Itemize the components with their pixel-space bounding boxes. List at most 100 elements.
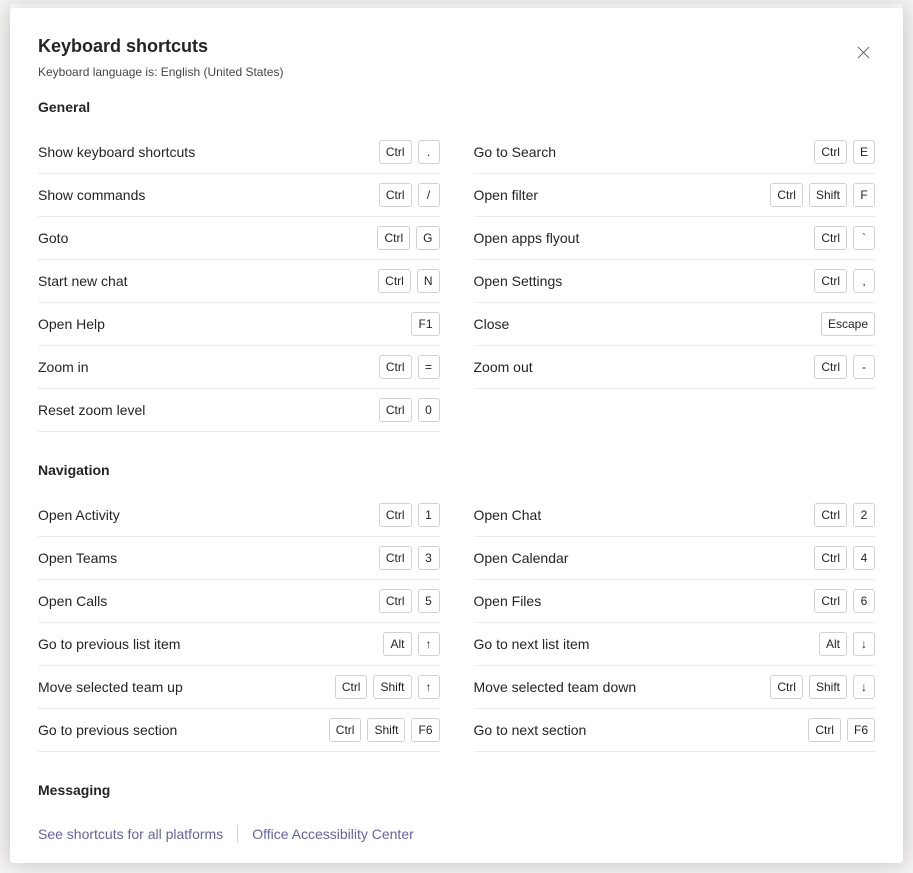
keyboard-key: Ctrl [770, 183, 803, 207]
keyboard-key: Alt [383, 632, 411, 656]
section-title: General [38, 99, 875, 115]
section: General Show keyboard shortcutsCtrl.Show … [38, 99, 875, 432]
shortcut-label: Move selected team up [38, 679, 183, 695]
close-button[interactable] [849, 38, 877, 66]
shortcut-column: Go to Search CtrlE Open filter CtrlShiftF Op… [474, 131, 876, 432]
dialog-header: Keyboard shortcuts Keyboard language is:… [10, 8, 903, 99]
keyboard-key: ` [853, 226, 875, 250]
shortcut-keys: CtrlShift↓ [770, 675, 875, 699]
shortcut-row: Reset zoom level Ctrl0 [38, 389, 440, 432]
shortcut-label: Open Calendar [474, 550, 569, 566]
footer-divider [237, 825, 238, 843]
keyboard-key: 2 [853, 503, 875, 527]
keyboard-key: Ctrl [378, 269, 411, 293]
keyboard-key: 3 [418, 546, 440, 570]
keyboard-key: Ctrl [379, 503, 412, 527]
keyboard-key: ↓ [853, 632, 875, 656]
shortcut-keys: Ctrl. [379, 140, 440, 164]
keyboard-key: Ctrl [814, 503, 847, 527]
shortcut-keys: Alt ↑ [383, 632, 439, 656]
keyboard-key: Alt [819, 632, 847, 656]
shortcut-row: Zoom outCtrl- [474, 346, 876, 389]
keyboard-key: Ctrl [379, 140, 412, 164]
keyboard-key: Ctrl [379, 589, 412, 613]
keyboard-key: Shift [373, 675, 411, 699]
shortcut-label: Move selected team down [474, 679, 637, 695]
shortcut-label: Go to Search [474, 144, 557, 160]
shortcut-label: Start new chat [38, 273, 128, 289]
shortcut-label: Reset zoom level [38, 402, 145, 418]
shortcut-row: Go to previous section CtrlShiftF6 [38, 709, 440, 752]
keyboard-key: / [418, 183, 440, 207]
shortcut-label: Go to next list item [474, 636, 590, 652]
shortcut-row: Go to next sectionCtrlF6 [474, 709, 876, 752]
shortcut-row: Start new chatCtrlN [38, 260, 440, 303]
keyboard-key: F6 [411, 718, 439, 742]
shortcut-keys: Ctrl4 [814, 546, 875, 570]
shortcut-label: Open filter [474, 187, 539, 203]
keyboard-key: Ctrl [814, 546, 847, 570]
keyboard-key: F6 [847, 718, 875, 742]
shortcut-keys: CtrlE [814, 140, 875, 164]
shortcut-keys: CtrlShiftF [770, 183, 875, 207]
shortcut-grid: Show keyboard shortcutsCtrl.Show command… [38, 131, 875, 432]
keyboard-key: Ctrl [770, 675, 803, 699]
shortcut-keys: Ctrl= [379, 355, 440, 379]
shortcut-label: Close [474, 316, 510, 332]
shortcut-row: Open Activity Ctrl1 [38, 494, 440, 537]
dialog-title: Keyboard shortcuts [38, 36, 875, 57]
keyboard-key: F [853, 183, 875, 207]
keyboard-key: Ctrl [379, 183, 412, 207]
keyboard-key: Ctrl [377, 226, 410, 250]
shortcut-label: Go to next section [474, 722, 587, 738]
shortcut-label: Show commands [38, 187, 145, 203]
keyboard-key: - [853, 355, 875, 379]
keyboard-key: ↓ [853, 675, 875, 699]
shortcut-label: Open Help [38, 316, 105, 332]
shortcut-keys: Ctrl1 [379, 503, 440, 527]
shortcut-row: Open TeamsCtrl3 [38, 537, 440, 580]
shortcut-row: Open FilesCtrl6 [474, 580, 876, 623]
shortcut-keys: CtrlG [377, 226, 439, 250]
keyboard-key: Ctrl [379, 398, 412, 422]
shortcut-keys: Ctrl5 [379, 589, 440, 613]
see-all-platforms-link[interactable]: See shortcuts for all platforms [38, 826, 223, 842]
shortcut-column: Show keyboard shortcutsCtrl.Show command… [38, 131, 440, 432]
keyboard-key: Ctrl [814, 269, 847, 293]
keyboard-key: Ctrl [329, 718, 362, 742]
shortcut-label: Zoom out [474, 359, 533, 375]
shortcut-row: Go to Search CtrlE [474, 131, 876, 174]
shortcut-row: Open Calls Ctrl5 [38, 580, 440, 623]
shortcut-keys: Ctrl2 [814, 503, 875, 527]
keyboard-key: 4 [853, 546, 875, 570]
keyboard-key: Shift [367, 718, 405, 742]
shortcut-column: Open ActivityCtrl1Open TeamsCtrl3Open Ca… [38, 494, 440, 752]
shortcut-keys: Alt↓ [819, 632, 875, 656]
dialog-body[interactable]: General Show keyboard shortcutsCtrl.Show … [10, 99, 903, 809]
keyboard-key: Ctrl [379, 355, 412, 379]
keyboard-key: Shift [809, 675, 847, 699]
shortcut-label: Go to previous list item [38, 636, 180, 652]
section-title: Messaging [38, 782, 875, 798]
shortcut-keys: Ctrl` [814, 226, 875, 250]
shortcut-row: Open Calendar Ctrl4 [474, 537, 876, 580]
shortcut-row: Show commands Ctrl/ [38, 174, 440, 217]
shortcut-label: Open apps flyout [474, 230, 580, 246]
shortcut-label: Go to previous section [38, 722, 177, 738]
shortcut-keys: CtrlShiftF6 [329, 718, 440, 742]
keyboard-key: 0 [418, 398, 440, 422]
shortcut-label: Open Activity [38, 507, 120, 523]
shortcut-row: Move selected team upCtrlShift↑ [38, 666, 440, 709]
accessibility-center-link[interactable]: Office Accessibility Center [252, 826, 414, 842]
shortcut-keys: Ctrl6 [814, 589, 875, 613]
keyboard-key: ↑ [418, 675, 440, 699]
shortcut-row: Open HelpF1 [38, 303, 440, 346]
keyboard-key: ↑ [418, 632, 440, 656]
keyboard-key: 5 [418, 589, 440, 613]
shortcut-keys: Ctrl0 [379, 398, 440, 422]
shortcut-label: Open Chat [474, 507, 542, 523]
shortcut-label: Goto [38, 230, 68, 246]
shortcut-row: Open apps flyout Ctrl` [474, 217, 876, 260]
shortcut-row: Open Chat Ctrl2 [474, 494, 876, 537]
shortcut-label: Open Calls [38, 593, 107, 609]
